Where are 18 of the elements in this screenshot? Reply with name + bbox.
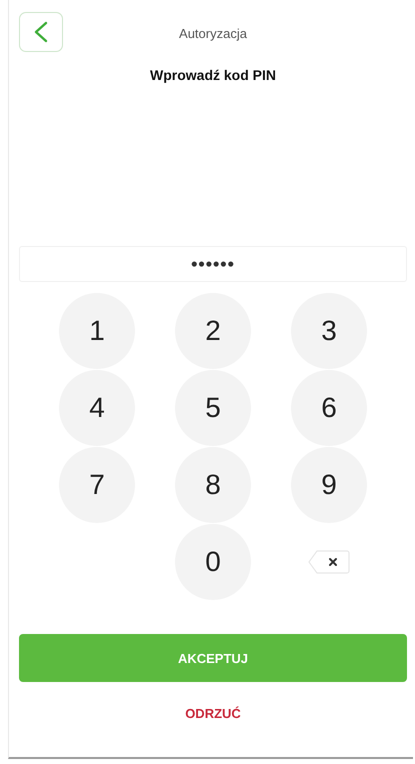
digit-key[interactable]: 2 [175,293,251,369]
backspace-icon [308,550,350,574]
digit-key[interactable]: 8 [175,447,251,523]
digit-key[interactable]: 7 [59,447,135,523]
reject-button[interactable]: ODRZUĆ [181,704,245,723]
digit-key[interactable]: 6 [291,370,367,446]
digit-key[interactable]: 5 [175,370,251,446]
chevron-left-icon [33,21,49,43]
back-button[interactable] [19,12,63,52]
digit-key[interactable]: 0 [175,524,251,600]
digit-key[interactable]: 9 [291,447,367,523]
digit-key[interactable]: 4 [59,370,135,446]
digit-key[interactable]: 1 [59,293,135,369]
screen-title: Autoryzacja [179,26,247,40]
pin-field[interactable]: •••••• [19,246,407,282]
screen-subtitle: Wprowadź kod PIN [149,67,277,83]
digit-key[interactable]: 3 [291,293,367,369]
backspace-button[interactable] [308,550,350,574]
